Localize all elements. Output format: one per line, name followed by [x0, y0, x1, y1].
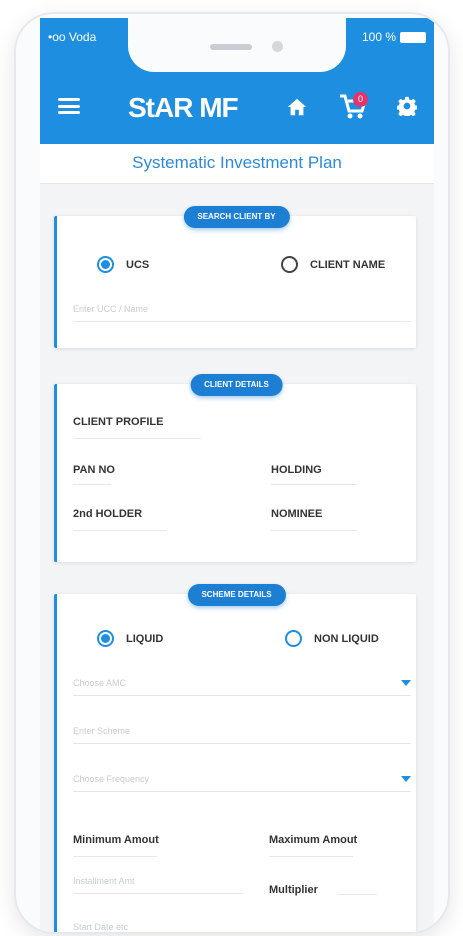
- page-title: Systematic Investment Plan: [40, 144, 434, 184]
- liquid-radio[interactable]: LIQUID: [97, 630, 163, 647]
- app-bar: StAR MF 0: [40, 64, 434, 144]
- phone-screen: •oo Voda 100 % StAR MF 0 Systematic Inve…: [40, 18, 434, 932]
- search-client-card: SEARCH CLIENT BY UCS CLIENT NAME Enter U…: [54, 206, 416, 348]
- frequency-dropdown-icon[interactable]: [401, 776, 411, 782]
- liquid-radio-dot[interactable]: [97, 630, 114, 647]
- client-name-label: CLIENT NAME: [310, 258, 386, 271]
- nominee-label: NOMINEE: [271, 508, 323, 520]
- amc-select[interactable]: Choose AMC: [73, 674, 411, 696]
- cart-badge: 0: [353, 92, 368, 107]
- search-client-header: SEARCH CLIENT BY: [183, 206, 290, 228]
- battery-label: 100 %: [361, 30, 396, 44]
- home-icon[interactable]: [286, 96, 308, 118]
- phone-notch: [128, 18, 346, 72]
- second-holder-label: 2nd HOLDER: [73, 508, 143, 520]
- client-details-card: CLIENT DETAILS CLIENT PROFILE PAN NO HOL…: [54, 374, 416, 562]
- frequency-select[interactable]: Choose Frequency: [73, 770, 411, 792]
- client-profile-label: CLIENT PROFILE: [73, 416, 164, 428]
- scheme-details-card: SCHEME DETAILS LIQUID NON LIQUID Choose …: [54, 584, 416, 932]
- client-profile-line: [73, 438, 201, 439]
- pan-no-label: PAN NO: [73, 464, 115, 476]
- non-liquid-label: NON LIQUID: [314, 632, 379, 645]
- scheme-details-header: SCHEME DETAILS: [187, 584, 286, 606]
- nominee-line: [271, 530, 357, 531]
- scheme-input[interactable]: Enter Scheme: [73, 722, 411, 744]
- battery-indicator: 100 %: [362, 30, 426, 44]
- client-name-radio-dot[interactable]: [281, 256, 298, 273]
- minimum-amount-label: Minimum Amout: [73, 834, 159, 846]
- gear-icon[interactable]: [397, 96, 417, 116]
- speaker-icon: [210, 44, 252, 50]
- multiplier-label: Multiplier: [269, 884, 318, 896]
- ucc-search-input[interactable]: Enter UCC / Name: [73, 300, 411, 322]
- second-holder-line: [73, 530, 167, 531]
- pan-no-line: [73, 484, 111, 485]
- battery-icon: [400, 31, 426, 43]
- maximum-amount-line: [269, 856, 353, 857]
- liquid-label: LIQUID: [126, 632, 164, 645]
- non-liquid-radio[interactable]: NON LIQUID: [285, 630, 379, 647]
- maximum-amount-label: Maximum Amout: [269, 834, 358, 846]
- ucs-radio[interactable]: UCS: [97, 256, 149, 273]
- camera-icon: [272, 41, 283, 52]
- minimum-amount-line: [73, 856, 157, 857]
- phone-frame: •oo Voda 100 % StAR MF 0 Systematic Inve…: [14, 12, 450, 934]
- holding-label: HOLDING: [271, 464, 322, 476]
- app-logo: StAR MF: [128, 92, 239, 123]
- multiplier-line: [337, 894, 377, 895]
- amc-dropdown-icon[interactable]: [401, 680, 411, 686]
- ucs-label: UCS: [126, 258, 150, 271]
- menu-icon[interactable]: [58, 98, 80, 114]
- carrier-label: •oo Voda: [48, 30, 97, 44]
- installment-amount-input[interactable]: Installment Amt: [73, 872, 243, 894]
- client-details-header: CLIENT DETAILS: [190, 374, 283, 396]
- start-date-input[interactable]: Start Date etc: [73, 918, 243, 932]
- holding-line: [271, 484, 357, 485]
- client-name-radio[interactable]: CLIENT NAME: [281, 256, 385, 273]
- non-liquid-radio-dot[interactable]: [285, 630, 302, 647]
- ucs-radio-dot[interactable]: [97, 256, 114, 273]
